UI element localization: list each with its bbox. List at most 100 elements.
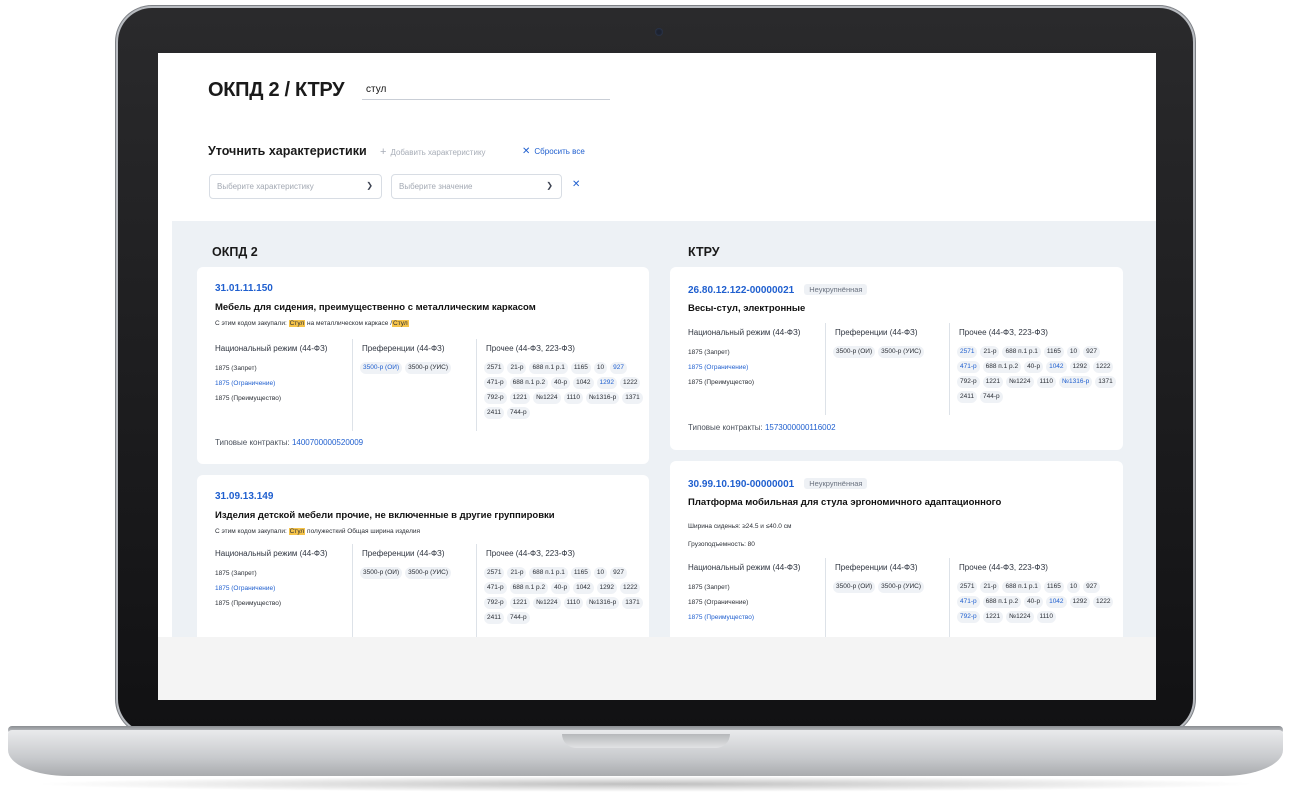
regime-item[interactable]: 1875 (Ограничение) [215, 581, 281, 596]
tag-chip: №1316-р [586, 597, 620, 609]
app-screen: ОКПД 2 / КТРУ стул Уточнить характеристи… [158, 53, 1156, 637]
tag-chip[interactable]: 792-р [957, 611, 980, 623]
tag-chip[interactable]: 1292 [596, 377, 618, 389]
add-characteristic-button[interactable]: + Добавить характеристику [380, 146, 486, 158]
tag-chip: 1110 [563, 392, 584, 404]
okpd-card[interactable]: 31.09.13.149 Изделия детской мебели проч… [197, 475, 649, 637]
regime-item: 1875 (Запрет) [688, 584, 730, 591]
tag-chip: 3500-р (ОИ) [360, 567, 403, 579]
tag-chip: 1371 [1095, 376, 1116, 388]
tag-chip: 1221 [982, 376, 1004, 388]
regime-item: 1875 (Преимущество) [688, 379, 755, 386]
typical-contracts: Типовые контракты: 1400700000520009 [215, 438, 363, 447]
tag-chip: 10 [593, 567, 608, 579]
tag-chip: 927 [1083, 581, 1100, 593]
camera-icon [655, 28, 663, 36]
ktru-card[interactable]: 30.99.10.190-00000001 Неукрупнённая Платф… [670, 461, 1123, 637]
tag-chip[interactable]: 927 [610, 362, 627, 374]
other-tags: 2571 21-р 688 п.1 р.1 1165 10 927 471-р 688 п.1… [484, 362, 644, 419]
tag-chip: 10 [1066, 581, 1081, 593]
okpd-code-link[interactable]: 31.01.11.150 [215, 283, 273, 294]
search-input[interactable]: стул [362, 82, 610, 100]
tag-chip: 688 п.1 р.1 [1002, 581, 1041, 593]
tag-chip[interactable]: 1042 [1046, 361, 1067, 373]
preferences-heading: Преференции (44-ФЗ) [362, 344, 445, 353]
tag-chip: 1221 [509, 597, 531, 609]
tag-chip[interactable]: 471-р [957, 361, 980, 373]
tag-chip[interactable]: 471-р [957, 596, 980, 608]
tag-chip[interactable]: 3500-р (ОИ) [360, 362, 403, 374]
regime-item: 1875 (Преимущество) [215, 600, 282, 607]
national-regime-list: 1875 (Запрет) 1875 (Ограничение) 1875 (Пре… [688, 580, 754, 625]
reset-all-button[interactable]: ✕ Сбросить все [522, 146, 585, 157]
preferences-tags: 3500-р (ОИ) 3500-р (УИС) [833, 346, 948, 358]
tag-chip: 40-р [1024, 361, 1044, 373]
tag-chip[interactable]: №1316-р [1059, 376, 1093, 388]
value-select[interactable]: Выберите значение ❯ [391, 174, 562, 199]
characteristic-select[interactable]: Выберите характеристику ❯ [209, 174, 382, 199]
tag-chip: 2571 [484, 362, 505, 374]
chevron-down-icon: ❯ [546, 181, 553, 190]
tag-chip: 2411 [484, 407, 504, 419]
tag-chip: №1316-р [586, 392, 620, 404]
tag-chip: 1221 [509, 392, 531, 404]
tag-chip: 688 п.1 р.1 [529, 567, 568, 579]
regime-item[interactable]: 1875 (Преимущество) [688, 610, 754, 625]
other-heading: Прочее (44-ФЗ, 223-ФЗ) [959, 563, 1048, 572]
regime-item[interactable]: 1875 (Ограничение) [215, 376, 281, 391]
tag-chip: 3500-р (ОИ) [833, 346, 876, 358]
tag-chip: 21-р [980, 346, 1000, 358]
tag-chip: 1292 [1069, 596, 1091, 608]
tag-chip: 40-р [551, 377, 571, 389]
tag-chip: 3500-р (УИС) [405, 362, 451, 374]
tag-chip: 744-р [506, 612, 530, 624]
value-select-placeholder: Выберите значение [399, 182, 473, 191]
filter-panel: ОКПД 2 / КТРУ стул Уточнить характеристи… [158, 53, 1156, 221]
regime-item[interactable]: 1875 (Ограничение) [688, 360, 754, 375]
okpd-code-link[interactable]: 31.09.13.149 [215, 491, 273, 502]
regime-item: 1875 (Запрет) [215, 365, 257, 372]
tag-chip: 1222 [1093, 596, 1114, 608]
tag-chip: 471-р [484, 582, 507, 594]
tag-chip: 1292 [1069, 361, 1091, 373]
tag-chip: 40-р [551, 582, 571, 594]
tag-chip: 688 п.1 р.1 [1002, 346, 1041, 358]
other-heading: Прочее (44-ФЗ, 223-ФЗ) [486, 344, 575, 353]
tag-chip: 2411 [957, 391, 977, 403]
tag-chip: 744-р [506, 407, 530, 419]
tag-chip: 927 [610, 567, 627, 579]
tag-chip: 792-р [484, 392, 507, 404]
purchase-examples-text: полужесткий Общая ширина изделия [307, 528, 421, 535]
okpd-card[interactable]: 31.01.11.150 Мебель для сидения, преимущ… [197, 267, 649, 464]
national-regime-list: 1875 (Запрет) 1875 (Ограничение) 1875 (Пре… [215, 566, 281, 611]
okpd-name: Мебель для сидения, преимущественно с ме… [215, 302, 536, 313]
tag-chip: 927 [1083, 346, 1100, 358]
tag-chip: 1221 [982, 611, 1004, 623]
divider [476, 339, 477, 431]
ktru-name: Весы-стул, электронные [688, 303, 806, 314]
tag-chip: 1222 [1093, 361, 1114, 373]
tag-chip: 1371 [622, 597, 643, 609]
ktru-code-link[interactable]: 26.80.12.122-00000021 Неукрупнённая [688, 284, 868, 296]
characteristic-select-placeholder: Выберите характеристику [217, 182, 314, 191]
chevron-down-icon: ❯ [366, 181, 373, 190]
tag-chip: 21-р [507, 362, 527, 374]
tag-chip: 1110 [1036, 376, 1057, 388]
typical-contract-link[interactable]: 1573000000116002 [765, 423, 836, 432]
typical-contract-link[interactable]: 1400700000520009 [292, 438, 363, 447]
tag-chip: №1224 [1006, 376, 1034, 388]
divider [949, 558, 950, 637]
tag-chip[interactable]: 1042 [1046, 596, 1067, 608]
tag-chip: 1292 [596, 582, 618, 594]
other-tags: 2571 21-р 688 п.1 р.1 1165 10 927 471-р 688 п.1… [484, 567, 644, 624]
divider [476, 544, 477, 637]
typical-contracts-label: Типовые контракты: [215, 438, 290, 447]
ktru-code-link[interactable]: 30.99.10.190-00000001 Неукрупнённая [688, 478, 868, 490]
seat-width-attribute: Ширина сиденья: ≥24.5 и ≤40.0 см [688, 523, 792, 530]
clear-filter-icon[interactable]: ✕ [572, 179, 580, 190]
ktru-card[interactable]: 26.80.12.122-00000021 Неукрупнённая Весы-… [670, 267, 1123, 450]
laptop-shadow [30, 776, 1261, 792]
regime-item: 1875 (Запрет) [688, 349, 730, 356]
other-heading: Прочее (44-ФЗ, 223-ФЗ) [959, 328, 1048, 337]
tag-chip[interactable]: 2571 [957, 346, 978, 358]
